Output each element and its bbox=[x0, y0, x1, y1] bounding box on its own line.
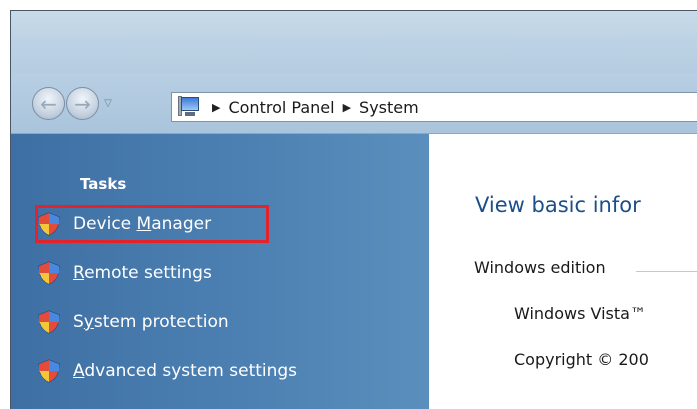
task-label: Remote settings bbox=[73, 263, 212, 283]
breadcrumb-separator-icon[interactable]: ▶ bbox=[343, 101, 351, 114]
breadcrumb-control-panel[interactable]: Control Panel bbox=[228, 98, 334, 117]
address-bar[interactable]: ▶ Control Panel ▶ System bbox=[171, 92, 697, 122]
main-content: View basic infor Windows edition Windows… bbox=[429, 134, 697, 409]
uac-shield-icon bbox=[38, 359, 60, 383]
task-system-protection[interactable]: System protection bbox=[37, 305, 229, 339]
tasks-heading: Tasks bbox=[80, 175, 127, 193]
windows-edition-value: Windows Vista™ bbox=[514, 304, 646, 323]
task-label: Advanced system settings bbox=[73, 361, 298, 381]
navigation-bar: ← → ▽ ▶ Control Panel ▶ System bbox=[11, 73, 697, 134]
copyright-text: Copyright © 200 bbox=[514, 350, 649, 369]
chevron-down-icon: ▽ bbox=[104, 97, 112, 109]
recent-pages-dropdown[interactable]: ▽ bbox=[101, 96, 115, 110]
task-advanced-system-settings[interactable]: Advanced system settings bbox=[37, 354, 297, 388]
page-title: View basic infor bbox=[475, 193, 641, 217]
task-label: System protection bbox=[73, 312, 229, 332]
task-pane: Tasks Device Manager Remote settings Sys… bbox=[11, 134, 429, 409]
forward-arrow-icon: → bbox=[74, 91, 91, 116]
system-window: ← → ▽ ▶ Control Panel ▶ System Tasks Dev… bbox=[10, 10, 697, 409]
uac-shield-icon bbox=[38, 261, 60, 285]
task-remote-settings[interactable]: Remote settings bbox=[37, 256, 212, 290]
computer-icon bbox=[178, 96, 204, 118]
back-arrow-icon: ← bbox=[40, 91, 57, 116]
back-button[interactable]: ← bbox=[32, 87, 65, 120]
uac-shield-icon bbox=[38, 310, 60, 334]
windows-edition-label: Windows edition bbox=[474, 258, 606, 277]
title-bar bbox=[11, 11, 697, 73]
forward-button[interactable]: → bbox=[66, 87, 99, 120]
breadcrumb-system[interactable]: System bbox=[359, 98, 419, 117]
breadcrumb-separator-icon[interactable]: ▶ bbox=[212, 101, 220, 114]
highlight-box bbox=[35, 205, 269, 243]
section-divider bbox=[636, 271, 697, 272]
